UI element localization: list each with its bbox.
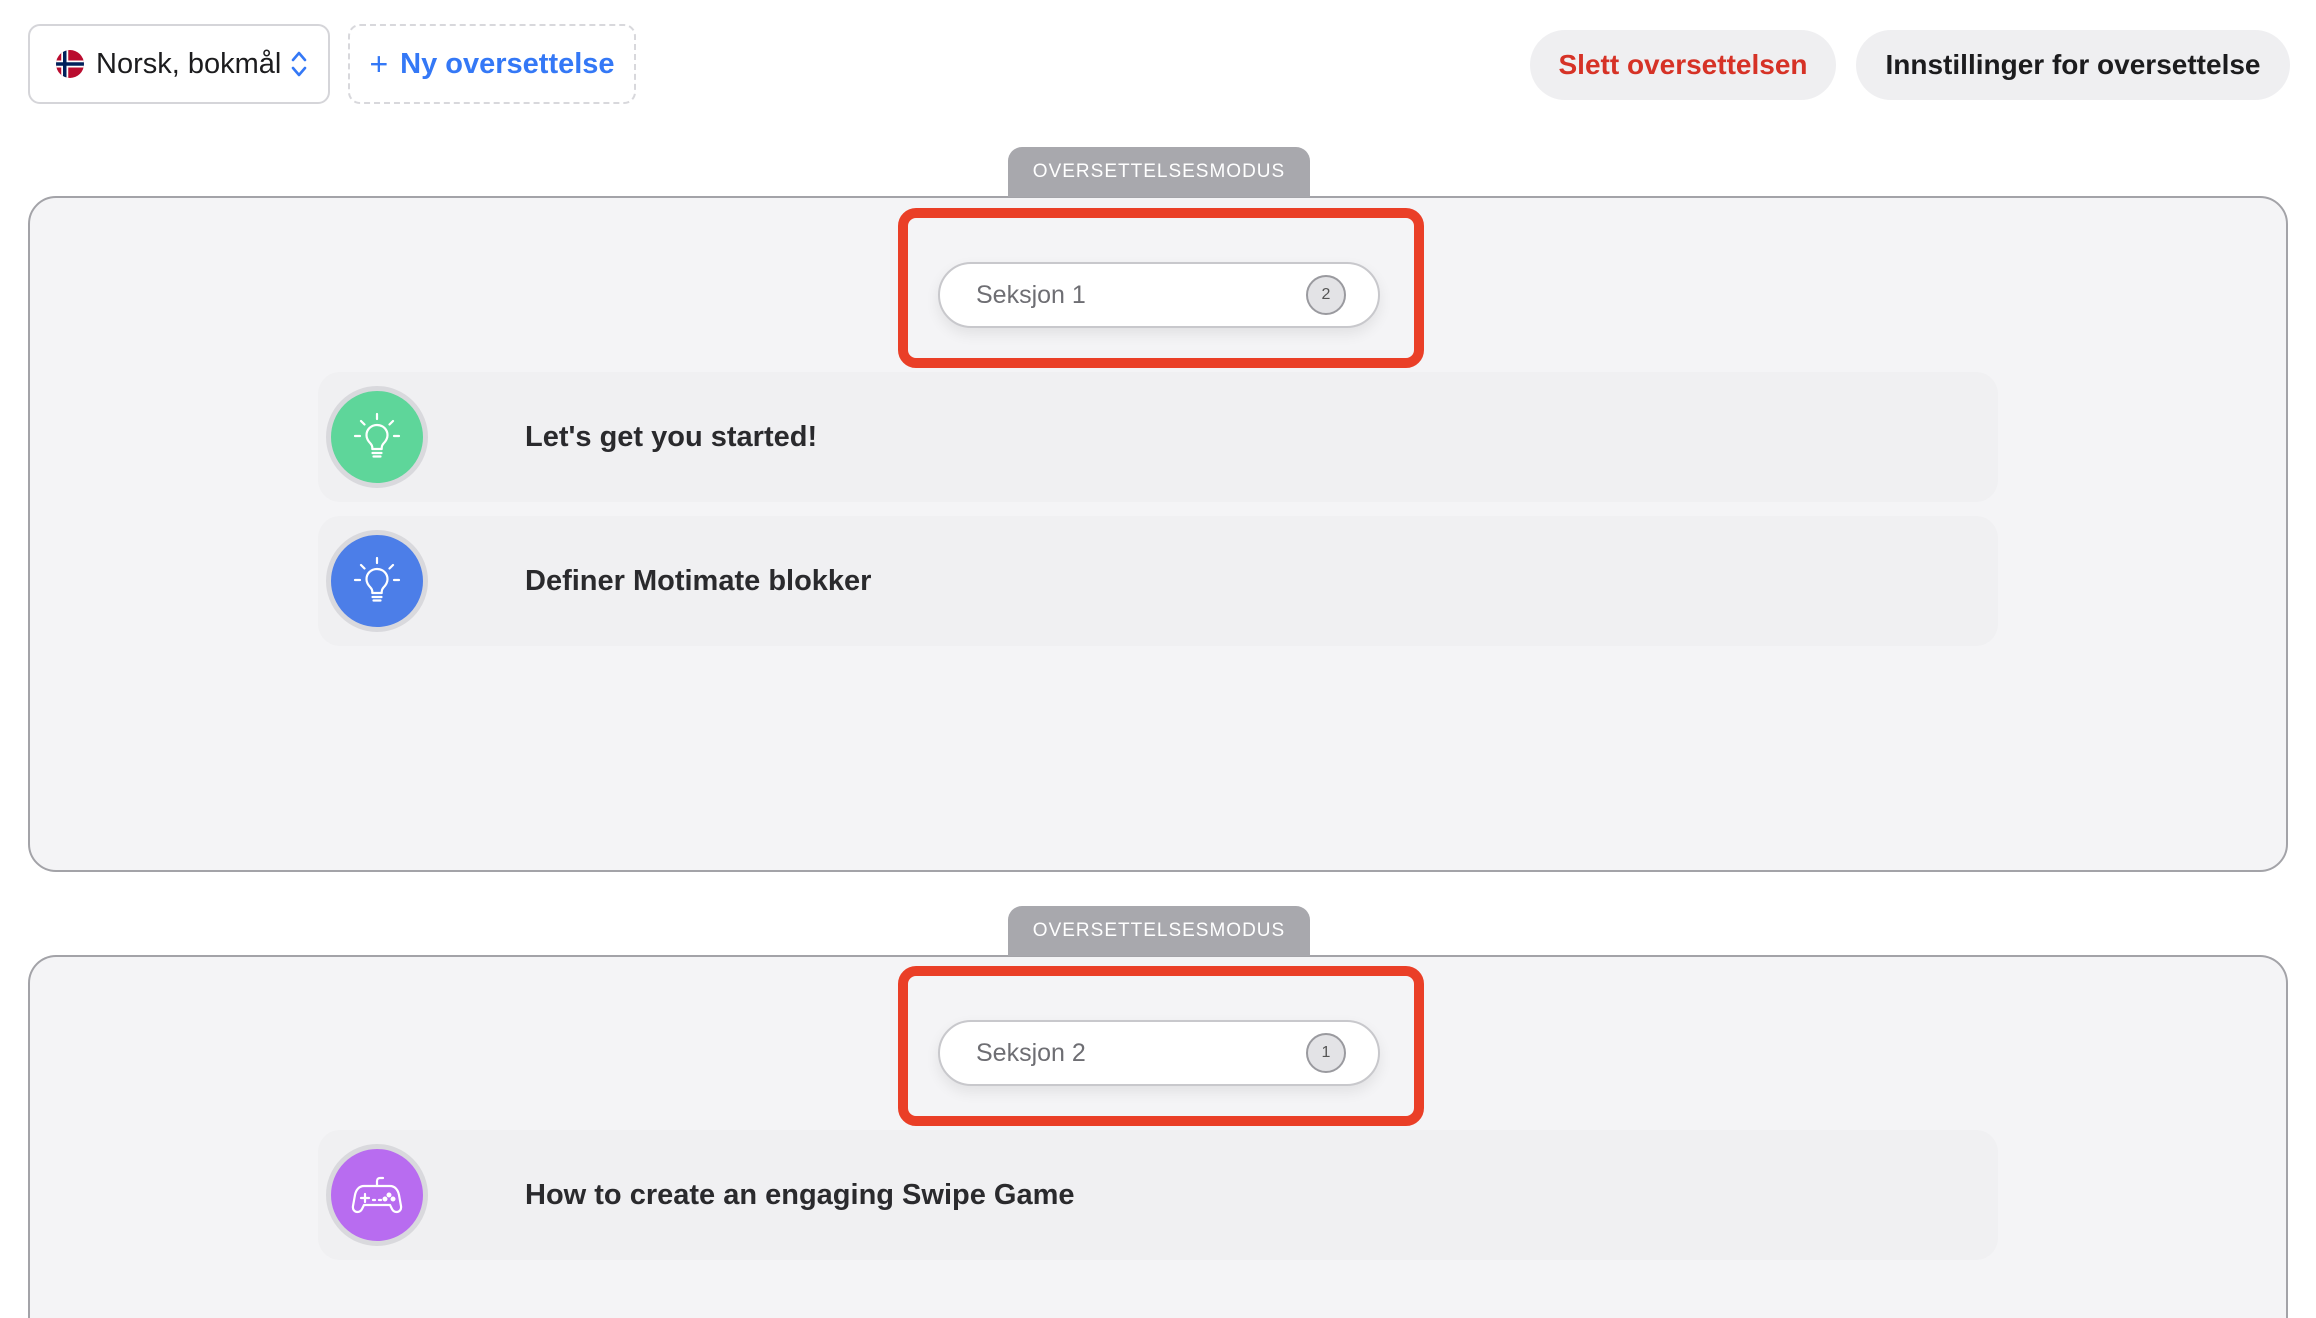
highlight-box: [898, 208, 1424, 368]
list-item[interactable]: Let's get you started!: [318, 372, 1998, 502]
translation-mode-tab: OVERSETTELSESMODUS: [1008, 906, 1310, 956]
gamepad-icon: [326, 1144, 428, 1246]
translation-settings-button[interactable]: Innstillinger for oversettelse: [1856, 30, 2290, 100]
chevron-up-down-icon: [289, 47, 309, 81]
item-title: How to create an engaging Swipe Game: [525, 1178, 1075, 1211]
language-select[interactable]: Norsk, bokmål: [28, 24, 330, 104]
translation-mode-tab: OVERSETTELSESMODUS: [1008, 147, 1310, 197]
item-title: Let's get you started!: [525, 420, 818, 453]
lightbulb-icon: [326, 386, 428, 488]
highlight-box: [898, 966, 1424, 1126]
translation-page: Norsk, bokmål + Ny oversettelse Slett ov…: [0, 0, 2316, 1318]
item-title: Definer Motimate blokker: [525, 564, 872, 597]
list-item[interactable]: How to create an engaging Swipe Game: [318, 1130, 1998, 1260]
list-item[interactable]: Definer Motimate blokker: [318, 516, 1998, 646]
norway-flag-icon: [56, 50, 84, 78]
delete-translation-button[interactable]: Slett oversettelsen: [1530, 30, 1836, 100]
language-label: Norsk, bokmål: [96, 47, 282, 80]
new-translation-label: Ny oversettelse: [400, 47, 615, 80]
plus-icon: +: [369, 45, 389, 82]
lightbulb-icon: [326, 530, 428, 632]
new-translation-button[interactable]: + Ny oversettelse: [348, 24, 636, 104]
